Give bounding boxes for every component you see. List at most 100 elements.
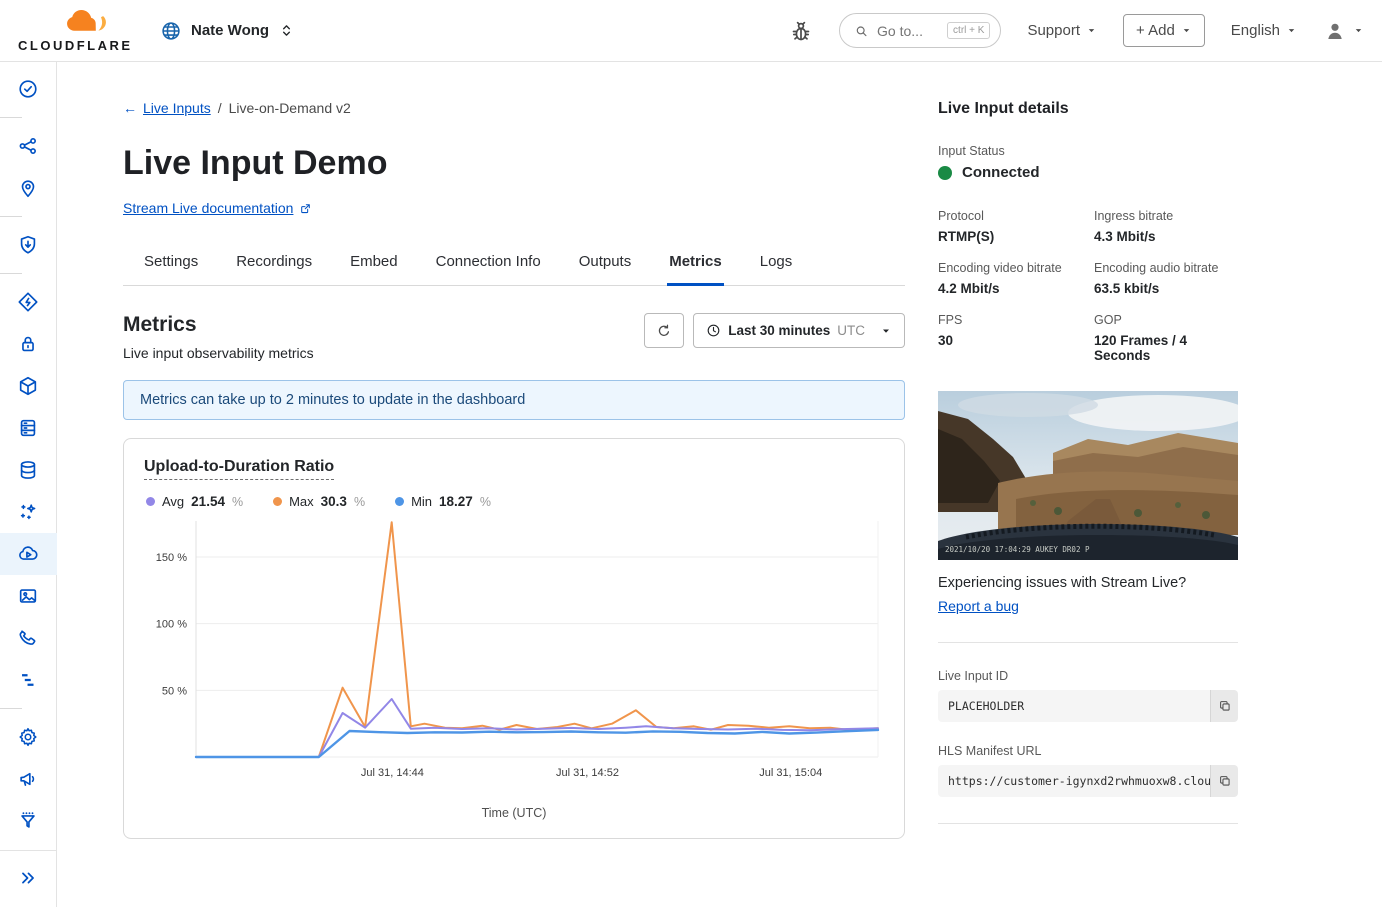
svg-text:Jul 31, 14:52: Jul 31, 14:52 (556, 767, 619, 779)
sidebar-item-megaphone[interactable] (0, 758, 57, 800)
sidebar-item-map-pin[interactable] (0, 167, 57, 209)
app-header: CLOUDFLARE Nate Wong ctrl + K Support + … (0, 0, 1382, 62)
sidebar-item-database[interactable] (0, 449, 57, 491)
task-bars-icon (17, 669, 39, 691)
chart-title[interactable]: Upload-to-Duration Ratio (144, 458, 334, 480)
svg-text:100 %: 100 % (156, 619, 187, 631)
live-preview-video[interactable]: 2021/10/20 17:04:29 AUKEY DR02 P (938, 391, 1238, 560)
legend-dot-icon (395, 497, 404, 506)
chevrons-right-icon (17, 867, 39, 889)
clock-check-icon (17, 78, 39, 100)
language-menu[interactable]: English (1231, 22, 1297, 39)
sidebar-item-share-nodes[interactable] (0, 125, 57, 167)
copy-live-input-id-button[interactable] (1210, 690, 1238, 722)
zap-diamond-icon (17, 291, 39, 313)
gear-icon (17, 726, 39, 748)
sidebar-item-shield-arrow[interactable] (0, 224, 57, 266)
tab-metrics[interactable]: Metrics (667, 243, 724, 286)
cloudflare-cloud-icon (64, 7, 110, 33)
hls-manifest-url-field: https://customer-igynxd2rwhmuoxw8.cloudf (938, 765, 1238, 797)
tab-outputs[interactable]: Outputs (577, 243, 634, 286)
sidebar-item-zap-diamond[interactable] (0, 281, 57, 323)
breadcrumb-back-link[interactable]: ← Live Inputs (123, 100, 211, 116)
svg-text:50 %: 50 % (162, 685, 187, 697)
live-input-id-label: Live Input ID (938, 669, 1238, 683)
brand-wordmark: CLOUDFLARE (18, 38, 133, 53)
sidebar-divider (0, 117, 22, 118)
details-heading: Live Input details (938, 100, 1238, 118)
tab-bar: Settings Recordings Embed Connection Info Ou… (123, 243, 905, 286)
copy-icon (1218, 774, 1232, 788)
sidebar-item-images[interactable] (0, 575, 57, 617)
caret-down-icon (1181, 25, 1192, 36)
page-title: Live Input Demo (123, 144, 905, 183)
cloudflare-logo[interactable]: CLOUDFLARE (18, 6, 130, 56)
time-range-selector[interactable]: Last 30 minutes UTC (693, 313, 905, 348)
detail-field-encoding-video-bitrate: Encoding video bitrate4.2 Mbit/s (938, 261, 1082, 296)
sidebar-item-stream-cloud-play[interactable] (0, 533, 57, 575)
sidebar-item-ai-sparkles[interactable] (0, 491, 57, 533)
tab-connection-info[interactable]: Connection Info (434, 243, 543, 286)
global-search[interactable]: ctrl + K (839, 13, 1001, 48)
metrics-subheading: Live input observability metrics (123, 345, 314, 361)
sidebar-item-server-stack[interactable] (0, 407, 57, 449)
sidebar-item-clock-check[interactable] (0, 68, 57, 110)
sidebar-item-lock[interactable] (0, 323, 57, 365)
divider (938, 642, 1238, 643)
tab-recordings[interactable]: Recordings (234, 243, 314, 286)
share-nodes-icon (17, 135, 39, 157)
icon-sidebar (0, 62, 57, 907)
sidebar-footer (0, 850, 57, 907)
breadcrumb: ← Live Inputs / Live-on-Demand v2 (123, 100, 905, 116)
sidebar-item-phone[interactable] (0, 617, 57, 659)
input-status: Connected (938, 164, 1238, 181)
cube-icon (17, 375, 39, 397)
live-input-id-field: PLACEHOLDER (938, 690, 1238, 722)
legend-avg[interactable]: Avg21.54% (146, 494, 243, 509)
breadcrumb-separator: / (218, 100, 222, 116)
detail-field-ingress-bitrate: Ingress bitrate4.3 Mbit/s (1094, 209, 1238, 244)
status-dot-icon (938, 166, 952, 180)
report-bug-link[interactable]: Report a bug (938, 598, 1019, 614)
video-frame: 2021/10/20 17:04:29 AUKEY DR02 P (938, 391, 1238, 560)
stream-docs-link[interactable]: Stream Live documentation (123, 200, 312, 216)
account-switcher[interactable]: Nate Wong (160, 20, 295, 42)
phone-icon (17, 627, 39, 649)
detail-field-gop: GOP120 Frames / 4 Seconds (1094, 313, 1238, 363)
sidebar-expand-button[interactable] (17, 867, 39, 889)
video-timestamp-overlay: 2021/10/20 17:04:29 AUKEY DR02 P (945, 545, 1090, 554)
clock-icon (706, 323, 721, 338)
sidebar-divider (0, 216, 22, 217)
caret-down-icon (880, 325, 892, 337)
user-menu[interactable] (1323, 19, 1364, 43)
chart-x-axis-label: Time (UTC) (144, 802, 884, 826)
server-stack-icon (17, 417, 39, 439)
search-input[interactable] (877, 23, 939, 39)
sidebar-item-task-bars[interactable] (0, 659, 57, 701)
add-menu-button[interactable]: + Add (1123, 14, 1205, 47)
input-status-label: Input Status (938, 144, 1238, 158)
sidebar-item-funnel[interactable] (0, 800, 57, 842)
bug-report-button[interactable] (789, 19, 813, 43)
search-shortcut-hint: ctrl + K (947, 22, 990, 39)
back-arrow-icon: ← (123, 100, 137, 116)
legend-max[interactable]: Max30.3% (273, 494, 365, 509)
refresh-icon (656, 323, 672, 339)
live-input-id-value: PLACEHOLDER (938, 690, 1210, 722)
chart-legend: Avg21.54% Max30.3% Min18.27% (146, 494, 884, 509)
ai-sparkles-icon (17, 501, 39, 523)
copy-hls-url-button[interactable] (1210, 765, 1238, 797)
hls-manifest-url-label: HLS Manifest URL (938, 744, 1238, 758)
sidebar-item-cube[interactable] (0, 365, 57, 407)
issues-text: Experiencing issues with Stream Live? (938, 575, 1238, 591)
svg-text:Jul 31, 14:44: Jul 31, 14:44 (361, 767, 424, 779)
legend-min[interactable]: Min18.27% (395, 494, 491, 509)
tab-logs[interactable]: Logs (758, 243, 795, 286)
refresh-button[interactable] (644, 313, 684, 348)
shield-arrow-icon (17, 234, 39, 256)
tab-settings[interactable]: Settings (142, 243, 200, 286)
tab-embed[interactable]: Embed (348, 243, 400, 286)
sidebar-item-gear[interactable] (0, 716, 57, 758)
support-menu[interactable]: Support (1027, 22, 1097, 39)
search-icon (854, 23, 869, 39)
